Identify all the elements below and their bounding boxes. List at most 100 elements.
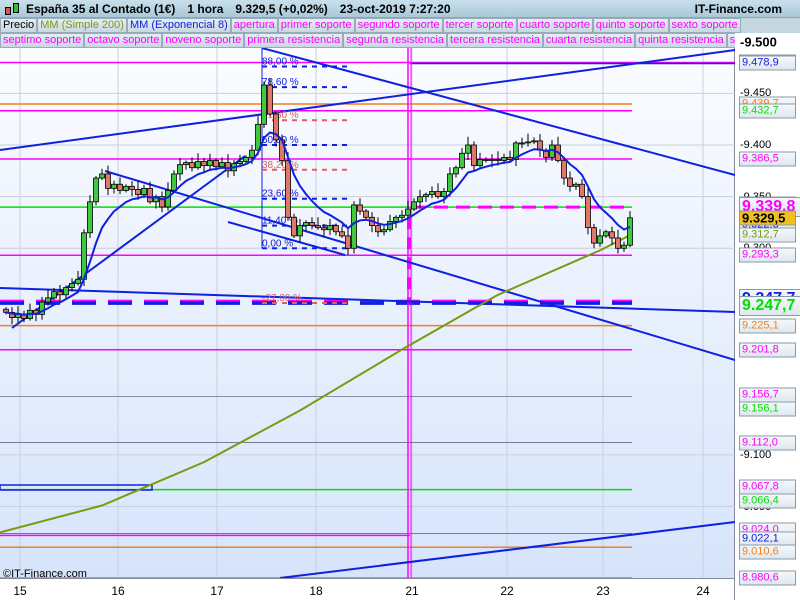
candle-41: [249, 149, 255, 158]
candle-36: [219, 162, 225, 168]
candle-8: [51, 291, 57, 299]
legend-tab-quinto-soporte[interactable]: quinto soporte: [592, 18, 669, 33]
price-chart[interactable]: 88,00 % 78,60 % 61,80 % 50,00 % 38,20 % 23,60…: [0, 41, 736, 579]
x-tick-label: 22: [500, 584, 514, 598]
candle-65: [393, 216, 399, 222]
fibonacci-label: 23,60 %: [262, 189, 299, 200]
candle-34: [207, 160, 213, 167]
x-tick-label: 18: [309, 584, 323, 598]
level-price-label: 9.156,1: [739, 401, 796, 417]
candle-32: [195, 161, 201, 169]
legend-tab-primera-resistencia[interactable]: primera resistencia: [244, 33, 344, 48]
candle-10: [63, 287, 69, 296]
candle-69: [417, 196, 423, 203]
candle-83: [501, 156, 507, 161]
interval: 1 hora: [187, 1, 224, 16]
candle-11: [69, 283, 75, 288]
candle-95: [573, 183, 579, 187]
legend-tab-precio[interactable]: Precio: [0, 18, 38, 33]
candle-29: [177, 164, 183, 175]
candle-22: [135, 189, 141, 195]
candle-94: [567, 177, 573, 187]
candle-48: [291, 216, 297, 237]
candle-40: [243, 156, 249, 162]
candle-96: [579, 183, 585, 198]
legend-tab-septimo-soporte[interactable]: septimo soporte: [0, 33, 85, 48]
candle-70: [423, 194, 429, 198]
candle-52: [315, 225, 321, 229]
legend-tab-sexto-soporte[interactable]: sexto soporte: [668, 18, 741, 33]
candle-73: [441, 191, 447, 198]
legend-tab-apertura[interactable]: apertura: [230, 18, 278, 33]
candle-28: [171, 173, 177, 191]
candle-43: [261, 84, 267, 125]
candle-76: [459, 152, 465, 169]
price-scale: -9.500-9.450-9.400-9.350-9.300-9.100-9.0…: [736, 34, 800, 600]
candle-47: [285, 160, 291, 218]
level-price-label: 9.386,5: [739, 151, 796, 167]
candle-62: [375, 225, 381, 233]
candle-72: [435, 191, 441, 198]
legend-tab-cuarto-soporte[interactable]: cuarto soporte: [516, 18, 593, 33]
legend-tab-noveno-soporte[interactable]: noveno soporte: [162, 33, 245, 48]
candle-60: [363, 210, 369, 218]
candle-23: [141, 187, 147, 195]
legend-tab-segundo-soporte[interactable]: segundo soporte: [354, 18, 443, 33]
x-tick-label: 21: [405, 584, 419, 598]
legend-tab-sexto-resistencia[interactable]: sexto resistencia: [726, 33, 735, 48]
level-price-label: 9.066,4: [739, 493, 796, 509]
y-tick-label: -9.500: [740, 34, 777, 50]
legend-tab-mm-exponencial-8-[interactable]: MM (Exponencial 8): [126, 18, 231, 33]
legend-tab-tercera-resistencia[interactable]: tercera resistencia: [447, 33, 543, 48]
level-price-label: 9.312,7: [739, 227, 796, 243]
level-price-label: 9.293,3: [739, 247, 796, 263]
legend-tab-octavo-soporte[interactable]: octavo soporte: [84, 33, 163, 48]
x-tick-label: 16: [111, 584, 125, 598]
candle-101: [609, 231, 615, 239]
level-price-label: 8.980,6: [739, 570, 796, 586]
legend-tab-primer-soporte[interactable]: primer soporte: [277, 18, 355, 33]
candle-80: [483, 159, 489, 161]
candle-21: [129, 185, 135, 190]
candle-100: [603, 231, 609, 237]
candle-57: [345, 235, 351, 249]
x-axis: 15 16 17 18 21 22 23 24: [0, 578, 735, 600]
candle-59: [357, 204, 363, 212]
legend-tab-segunda-resistencia[interactable]: segunda resistencia: [343, 33, 448, 48]
candle-17: [105, 173, 111, 189]
legend-tab-quinta-resistencia[interactable]: quinta resistencia: [635, 33, 727, 48]
candlestick-logo-icon: [2, 1, 22, 17]
legend-tab-tercer-soporte[interactable]: tercer soporte: [442, 18, 517, 33]
candle-104: [627, 217, 633, 246]
last-price: 9.329,5 (+0,02%): [235, 1, 328, 16]
candle-66: [399, 214, 405, 218]
chart-canvas: 88,00 %78,60 %61,80 %50,00 %38,20 %23,60…: [0, 41, 736, 579]
candle-24: [147, 187, 153, 203]
level-price-label: 9.478,9: [739, 55, 796, 71]
legend-row-1: Precio MM (Simple 200) MM (Exponencial 8) a…: [0, 18, 800, 33]
candle-81: [489, 159, 495, 161]
candle-51: [309, 222, 315, 226]
range-box: [0, 484, 153, 491]
candle-9: [57, 291, 63, 296]
title-bar: España 35 al Contado (1€) 1 hora 9.329,5…: [0, 0, 800, 18]
candle-49: [297, 225, 303, 237]
legend-tab-mm-simple-200-[interactable]: MM (Simple 200): [37, 18, 127, 33]
candle-30: [183, 162, 189, 166]
x-tick-label: 17: [210, 584, 224, 598]
current-price-label: 9.329,5: [739, 210, 796, 226]
candle-99: [597, 235, 603, 244]
candle-35: [213, 160, 219, 168]
legend-tab-cuarta-resistencia[interactable]: cuarta resistencia: [542, 33, 636, 48]
legend-row-2: septimo soporte octavo soporte noveno sopo…: [0, 33, 735, 48]
candle-37: [225, 162, 231, 172]
candle-20: [123, 185, 129, 191]
candle-31: [189, 162, 195, 169]
candle-103: [621, 244, 627, 249]
candle-14: [87, 201, 93, 234]
candle-12: [75, 278, 81, 284]
level-price-label: 9.112,0: [739, 435, 796, 450]
fibonacci-label: 88,00 %: [262, 56, 299, 67]
sma200-line: [0, 234, 631, 534]
level-price-label: 9.432,7: [739, 103, 796, 119]
